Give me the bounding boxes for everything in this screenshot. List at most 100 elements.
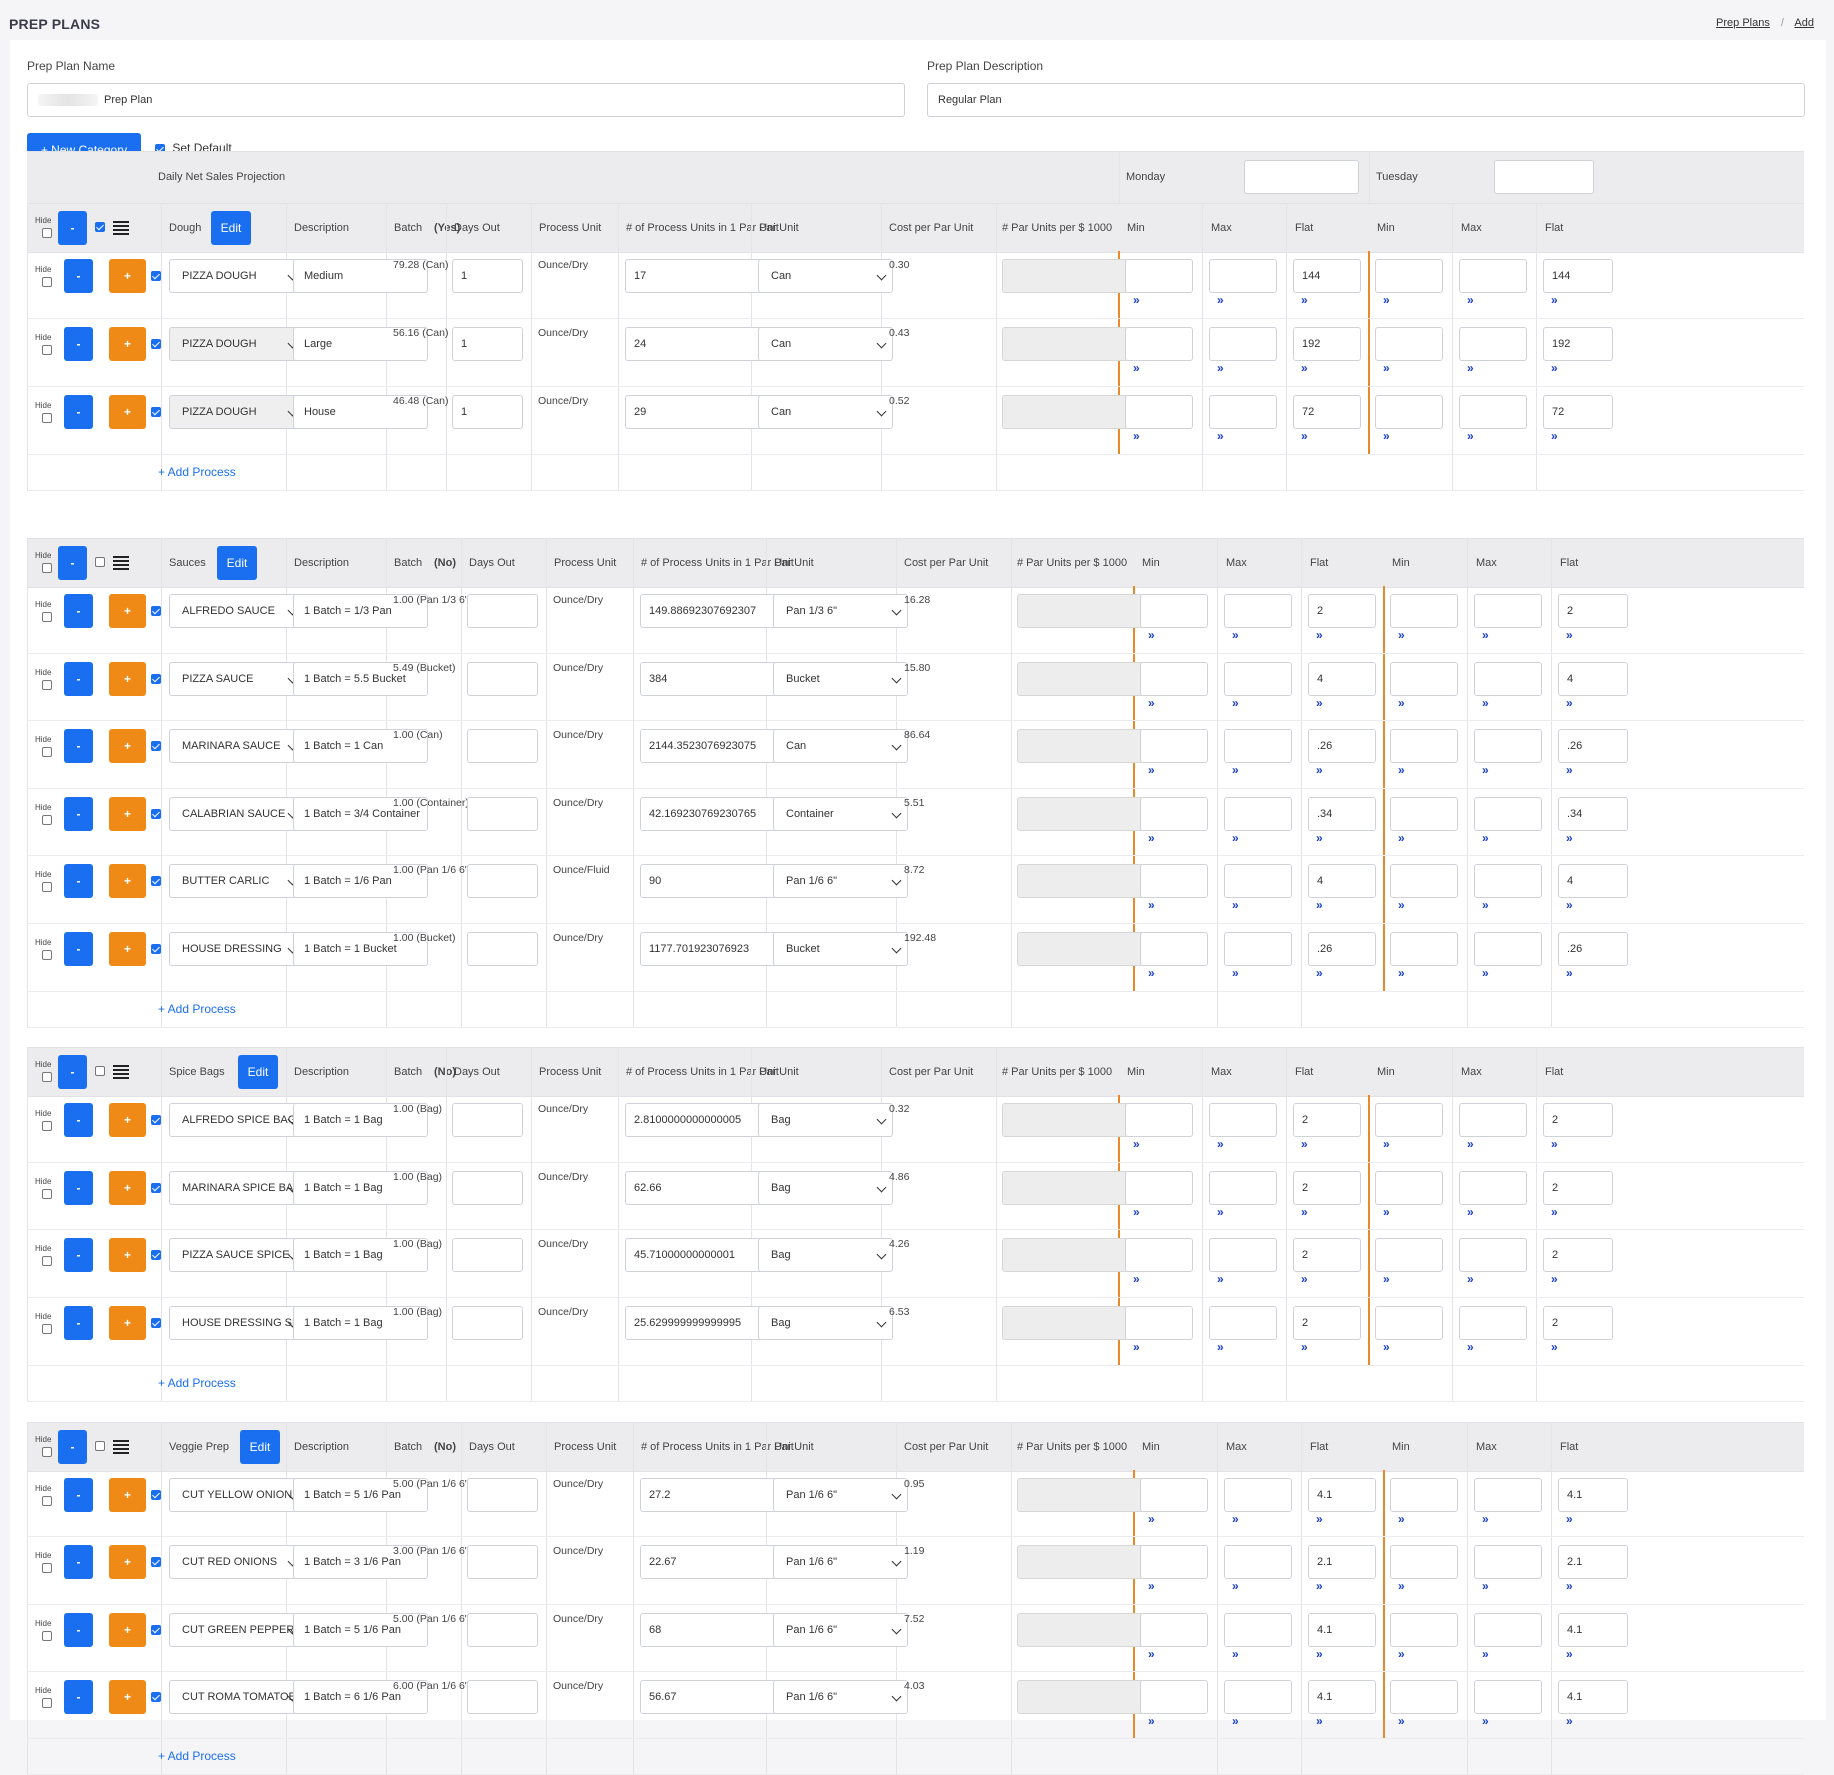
tue-min-input[interactable] <box>1390 729 1458 764</box>
row-hide-checkbox[interactable] <box>42 747 52 758</box>
double-chevron-right-icon[interactable]: » <box>1566 899 1573 911</box>
double-chevron-right-icon[interactable]: » <box>1232 697 1239 709</box>
mon-max-input[interactable] <box>1224 729 1292 764</box>
row-select-checkbox[interactable] <box>151 741 161 752</box>
mon-flat-input[interactable]: 144 <box>1293 259 1361 293</box>
item-select[interactable]: PIZZA DOUGH <box>169 327 304 361</box>
tue-max-input[interactable] <box>1474 1679 1542 1714</box>
double-chevron-right-icon[interactable]: » <box>1467 1273 1474 1285</box>
tue-min-input[interactable] <box>1375 327 1443 361</box>
item-select[interactable]: PIZZA SAUCE SPICE BAG <box>169 1238 304 1273</box>
item-select[interactable]: BUTTER CARLIC <box>169 864 304 899</box>
double-chevron-right-icon[interactable]: » <box>1482 629 1489 641</box>
double-chevron-right-icon[interactable]: » <box>1133 362 1140 374</box>
collapse-category-button[interactable]: - <box>58 1430 87 1464</box>
row-select-checkbox[interactable] <box>151 271 161 281</box>
tue-max-input[interactable] <box>1474 729 1542 764</box>
double-chevron-right-icon[interactable]: » <box>1566 697 1573 709</box>
double-chevron-right-icon[interactable]: » <box>1217 1273 1224 1285</box>
tue-max-input[interactable] <box>1474 864 1542 899</box>
category-hide-checkbox[interactable] <box>42 1447 52 1457</box>
collapse-category-button[interactable]: - <box>58 211 87 245</box>
par-unit-select[interactable]: Bag <box>758 1238 893 1273</box>
add-row-button[interactable]: + <box>109 259 146 293</box>
double-chevron-right-icon[interactable]: » <box>1551 1138 1558 1150</box>
tue-flat-input[interactable]: 4.1 <box>1558 1478 1628 1512</box>
mon-max-input[interactable] <box>1224 1679 1292 1714</box>
add-process-link[interactable]: + Add Process <box>158 465 236 479</box>
days-out-input[interactable] <box>452 1103 523 1137</box>
double-chevron-right-icon[interactable]: » <box>1232 1580 1239 1592</box>
double-chevron-right-icon[interactable]: » <box>1301 1138 1308 1150</box>
double-chevron-right-icon[interactable]: » <box>1383 1138 1390 1150</box>
double-chevron-right-icon[interactable]: » <box>1482 1648 1489 1660</box>
tue-min-input[interactable] <box>1375 1103 1443 1137</box>
prep-plan-name-input[interactable]: Prep Plan <box>27 83 905 117</box>
tue-max-input[interactable] <box>1474 1545 1542 1580</box>
days-out-input[interactable] <box>467 932 538 966</box>
list-menu-icon[interactable] <box>113 1440 129 1454</box>
remove-row-button[interactable]: - <box>64 932 93 966</box>
tue-min-input[interactable] <box>1390 1679 1458 1714</box>
double-chevron-right-icon[interactable]: » <box>1232 764 1239 776</box>
mon-max-input[interactable] <box>1209 1170 1277 1205</box>
item-select[interactable]: CUT YELLOW ONIONS <box>169 1478 304 1512</box>
par-unit-select[interactable]: Can <box>758 327 893 361</box>
add-row-button[interactable]: + <box>109 796 146 831</box>
double-chevron-right-icon[interactable]: » <box>1551 430 1558 442</box>
tue-max-input[interactable] <box>1474 932 1542 966</box>
category-hide-checkbox[interactable] <box>42 1072 52 1082</box>
item-select[interactable]: ALFREDO SPICE BAG <box>169 1103 304 1137</box>
double-chevron-right-icon[interactable]: » <box>1133 294 1140 306</box>
tue-min-input[interactable] <box>1390 1478 1458 1512</box>
mon-max-input[interactable] <box>1209 1103 1277 1137</box>
mon-flat-input[interactable]: .26 <box>1308 729 1376 764</box>
add-row-button[interactable]: + <box>109 864 146 899</box>
mon-min-input[interactable] <box>1125 1103 1193 1137</box>
mon-max-input[interactable] <box>1224 864 1292 899</box>
row-hide-checkbox[interactable] <box>42 1256 52 1267</box>
mon-flat-input[interactable]: 2 <box>1293 1170 1361 1205</box>
double-chevron-right-icon[interactable]: » <box>1566 967 1573 979</box>
tue-min-input[interactable] <box>1375 395 1443 429</box>
row-select-checkbox[interactable] <box>151 1490 161 1500</box>
item-select[interactable]: HOUSE DRESSING <box>169 932 304 966</box>
double-chevron-right-icon[interactable]: » <box>1482 899 1489 911</box>
tue-flat-input[interactable]: 192 <box>1543 327 1613 361</box>
tue-max-input[interactable] <box>1459 1103 1527 1137</box>
double-chevron-right-icon[interactable]: » <box>1148 764 1155 776</box>
tue-min-input[interactable] <box>1375 1238 1443 1273</box>
edit-category-button[interactable]: Edit <box>240 1430 280 1464</box>
double-chevron-right-icon[interactable]: » <box>1301 1206 1308 1218</box>
double-chevron-right-icon[interactable]: » <box>1482 1715 1489 1727</box>
remove-row-button[interactable]: - <box>64 594 93 628</box>
item-select[interactable]: PIZZA DOUGH <box>169 395 304 429</box>
add-row-button[interactable]: + <box>109 729 146 764</box>
double-chevron-right-icon[interactable]: » <box>1148 967 1155 979</box>
mon-max-input[interactable] <box>1224 1545 1292 1580</box>
double-chevron-right-icon[interactable]: » <box>1398 1580 1405 1592</box>
double-chevron-right-icon[interactable]: » <box>1301 1273 1308 1285</box>
tue-max-input[interactable] <box>1459 259 1527 293</box>
mon-min-input[interactable] <box>1125 1238 1193 1273</box>
remove-row-button[interactable]: - <box>64 395 93 429</box>
days-out-input[interactable] <box>452 1238 523 1273</box>
remove-row-button[interactable]: - <box>64 259 93 293</box>
par-unit-select[interactable]: Pan 1/3 6" <box>773 594 908 628</box>
mon-flat-input[interactable]: .26 <box>1308 932 1376 966</box>
tue-min-input[interactable] <box>1375 1170 1443 1205</box>
row-hide-checkbox[interactable] <box>42 1496 52 1506</box>
mon-min-input[interactable] <box>1125 1170 1193 1205</box>
double-chevron-right-icon[interactable]: » <box>1398 629 1405 641</box>
par-unit-select[interactable]: Bag <box>758 1306 893 1341</box>
category-select-all-checkbox[interactable] <box>95 1441 105 1451</box>
tue-max-input[interactable] <box>1459 395 1527 429</box>
remove-row-button[interactable]: - <box>64 661 93 696</box>
remove-row-button[interactable]: - <box>64 729 93 764</box>
days-out-input[interactable] <box>467 594 538 628</box>
row-hide-checkbox[interactable] <box>42 1324 52 1335</box>
double-chevron-right-icon[interactable]: » <box>1232 1648 1239 1660</box>
mon-min-input[interactable] <box>1140 661 1208 696</box>
tue-flat-input[interactable]: 4 <box>1558 661 1628 696</box>
double-chevron-right-icon[interactable]: » <box>1566 1513 1573 1525</box>
